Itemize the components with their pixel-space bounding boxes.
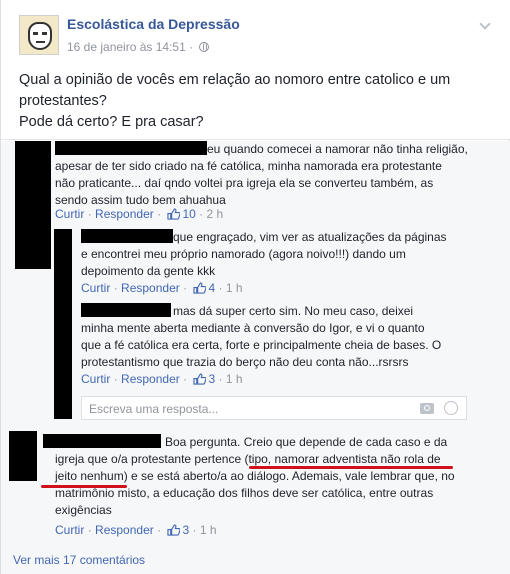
like-count[interactable]: 3: [208, 372, 215, 386]
thumbs-up-icon: [193, 373, 207, 385]
like-link[interactable]: Curtir: [81, 372, 110, 386]
redacted-avatar: [15, 141, 51, 269]
reply-actions: Curtir · Responder · 3 · 1 h: [81, 372, 243, 386]
comments-section: eu quando comecei a namorar não tinha re…: [1, 141, 510, 574]
like-link[interactable]: Curtir: [55, 523, 84, 537]
thumbs-up-icon: [167, 524, 181, 536]
camera-icon[interactable]: [420, 403, 434, 414]
reply-link[interactable]: Responder: [121, 281, 180, 295]
post-header: Escolástica da Depressão 16 de janeiro à…: [1, 0, 510, 140]
comment-body: eu quando comecei a namorar não tinha re…: [55, 142, 468, 207]
thumbs-up-icon: [193, 282, 207, 294]
like-link[interactable]: Curtir: [81, 281, 110, 295]
comment-actions: Curtir · Responder · 3 · 1 h: [55, 523, 217, 537]
reply-input[interactable]: Escreva uma resposta...: [81, 396, 467, 420]
reply-link[interactable]: Responder: [95, 207, 154, 221]
comment-time[interactable]: 2 h: [206, 207, 223, 221]
comment-body: Boa pergunta. Creio que depende de cada …: [55, 435, 455, 517]
post-card: Escolástica da Depressão 16 de janeiro à…: [0, 0, 510, 574]
post-text: Qual a opinião de vocês em relação ao no…: [19, 72, 451, 130]
reply-link[interactable]: Responder: [121, 372, 180, 386]
comment-actions: Curtir · Responder · 10 · 2 h: [55, 207, 224, 221]
like-count[interactable]: 4: [208, 281, 215, 295]
red-annotation-underline: [249, 466, 453, 469]
page-name[interactable]: Escolástica da Depressão: [67, 16, 240, 32]
comment-time[interactable]: 1 h: [226, 281, 243, 295]
meme-face-icon: [28, 22, 52, 50]
red-annotation-underline: [41, 485, 127, 488]
reply-placeholder: Escreva uma resposta...: [89, 402, 219, 416]
reply-body: que engraçado, vim ver as atualizações d…: [81, 230, 447, 278]
see-more-comments-link[interactable]: Ver mais 17 comentários: [13, 553, 145, 567]
post-timestamp[interactable]: 16 de janeiro às 14:51 ·: [67, 40, 193, 54]
thumbs-up-icon: [167, 208, 181, 220]
like-count[interactable]: 10: [182, 207, 195, 221]
reply-link[interactable]: Responder: [95, 523, 154, 537]
page-avatar[interactable]: [19, 15, 59, 55]
smiley-icon[interactable]: [444, 401, 458, 415]
reply-body: mas dá super certo sim. No meu caso, dei…: [81, 304, 442, 369]
like-count[interactable]: 3: [182, 523, 189, 537]
comment-time[interactable]: 1 h: [200, 523, 217, 537]
globe-icon: [199, 42, 210, 52]
post-meta: 16 de janeiro às 14:51 ·: [67, 40, 210, 54]
redacted-avatar: [54, 229, 72, 419]
chevron-down-icon[interactable]: [479, 18, 491, 30]
reply-actions: Curtir · Responder · 4 · 1 h: [81, 281, 243, 295]
comment-time[interactable]: 1 h: [226, 372, 243, 386]
like-link[interactable]: Curtir: [55, 207, 84, 221]
redacted-avatar: [9, 431, 37, 481]
